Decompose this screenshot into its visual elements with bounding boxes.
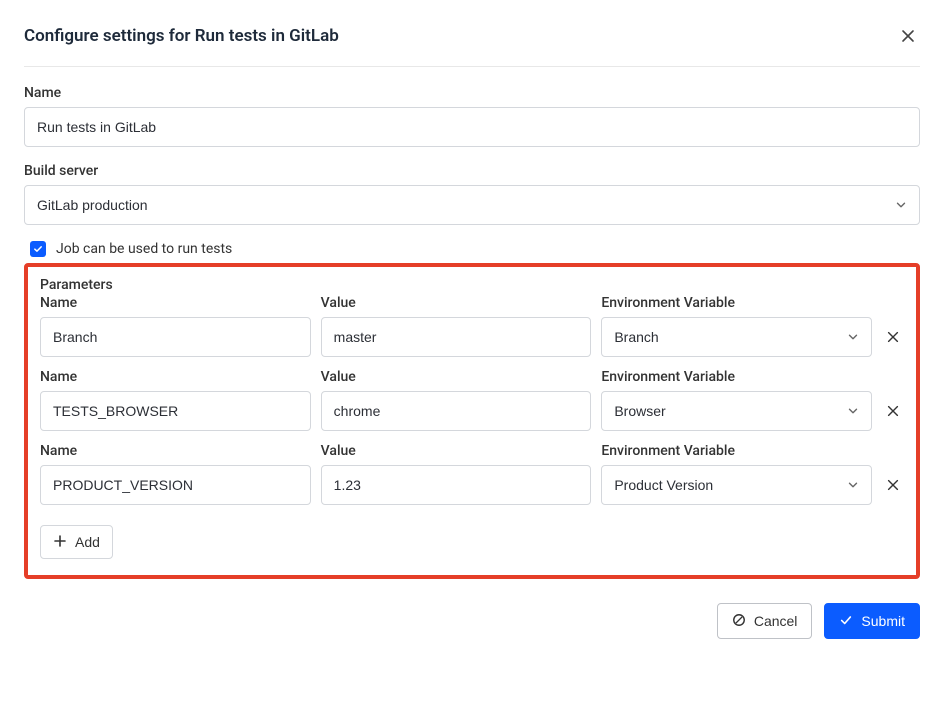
close-icon bbox=[886, 404, 900, 418]
param-value-col: Value bbox=[321, 443, 592, 505]
parameter-row: Name Value Environment Variable bbox=[40, 295, 904, 357]
param-env-col: Environment Variable bbox=[601, 369, 872, 431]
param-name-label: Name bbox=[40, 443, 311, 459]
param-value-label: Value bbox=[321, 443, 592, 459]
param-env-col: Environment Variable bbox=[601, 295, 872, 357]
run-tests-checkbox-label: Job can be used to run tests bbox=[56, 241, 232, 257]
close-button[interactable] bbox=[896, 24, 920, 48]
close-icon bbox=[886, 330, 900, 344]
parameter-row: Name Value Environment Variable bbox=[40, 369, 904, 431]
name-label: Name bbox=[24, 85, 920, 101]
dialog-header: Configure settings for Run tests in GitL… bbox=[24, 24, 920, 67]
param-value-input[interactable] bbox=[321, 391, 592, 431]
name-field-group: Name bbox=[24, 85, 920, 147]
cancel-button[interactable]: Cancel bbox=[717, 603, 813, 639]
remove-parameter-button[interactable] bbox=[882, 391, 904, 431]
parameters-title: Parameters bbox=[40, 277, 904, 293]
param-value-input[interactable] bbox=[321, 465, 592, 505]
param-name-input[interactable] bbox=[40, 391, 311, 431]
build-server-label: Build server bbox=[24, 163, 920, 179]
param-value-label: Value bbox=[321, 369, 592, 385]
param-env-col: Environment Variable bbox=[601, 443, 872, 505]
param-env-select[interactable] bbox=[601, 465, 872, 505]
param-name-col: Name bbox=[40, 443, 311, 505]
name-input[interactable] bbox=[24, 107, 920, 147]
param-name-label: Name bbox=[40, 295, 311, 311]
param-env-select[interactable] bbox=[601, 317, 872, 357]
add-parameter-label: Add bbox=[75, 534, 100, 550]
plus-icon bbox=[53, 534, 67, 551]
dialog-footer: Cancel Submit bbox=[24, 603, 920, 639]
build-server-select[interactable] bbox=[24, 185, 920, 225]
param-value-col: Value bbox=[321, 369, 592, 431]
param-name-input[interactable] bbox=[40, 317, 311, 357]
param-name-col: Name bbox=[40, 295, 311, 357]
remove-parameter-button[interactable] bbox=[882, 465, 904, 505]
cancel-icon bbox=[732, 613, 746, 630]
parameter-row: Name Value Environment Variable bbox=[40, 443, 904, 505]
param-env-label: Environment Variable bbox=[601, 369, 872, 385]
dialog-title: Configure settings for Run tests in GitL… bbox=[24, 26, 339, 46]
close-icon bbox=[886, 478, 900, 492]
param-name-label: Name bbox=[40, 369, 311, 385]
run-tests-checkbox-row: Job can be used to run tests bbox=[24, 241, 920, 257]
param-value-label: Value bbox=[321, 295, 592, 311]
submit-button[interactable]: Submit bbox=[824, 603, 920, 639]
param-value-col: Value bbox=[321, 295, 592, 357]
run-tests-checkbox[interactable] bbox=[30, 241, 46, 257]
check-icon bbox=[839, 613, 853, 630]
submit-label: Submit bbox=[861, 613, 905, 629]
param-env-label: Environment Variable bbox=[601, 443, 872, 459]
cancel-label: Cancel bbox=[754, 613, 798, 629]
remove-parameter-button[interactable] bbox=[882, 317, 904, 357]
parameters-section: Parameters Name Value Environment Variable… bbox=[24, 263, 920, 579]
param-name-col: Name bbox=[40, 369, 311, 431]
add-parameter-button[interactable]: Add bbox=[40, 525, 113, 559]
param-env-label: Environment Variable bbox=[601, 295, 872, 311]
param-name-input[interactable] bbox=[40, 465, 311, 505]
check-icon bbox=[33, 244, 43, 254]
close-icon bbox=[900, 28, 916, 44]
param-value-input[interactable] bbox=[321, 317, 592, 357]
build-server-field-group: Build server bbox=[24, 163, 920, 225]
param-env-select[interactable] bbox=[601, 391, 872, 431]
